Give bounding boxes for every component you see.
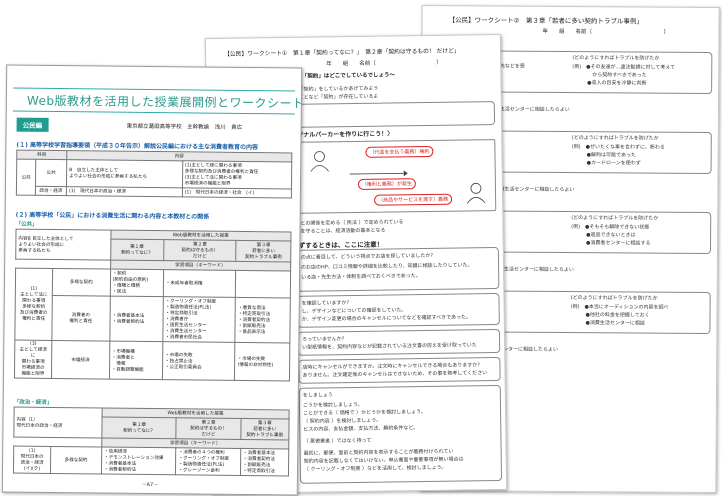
answer-text: ●他社の料金を把握しておく [570, 312, 650, 319]
answer-text: （ 悪徳業者 ）ではなく待って [303, 437, 372, 445]
question-text: (どのようにすればトラブルを防げたか [571, 215, 659, 222]
answer-text: ●消費者センターに相談する [571, 240, 651, 247]
name-line: 年 組 名前（ ） [326, 59, 442, 68]
answer-text: (例) ●そもそも解除できない状態 [571, 224, 650, 231]
table-row: (1) 現代日本の 政治・経済 (イ)(ク) 多様な契約 ・信用経済 ・デモンス… [13, 446, 289, 476]
name-line: 年 組 名前（ ） [542, 28, 670, 36]
answer-text: (例) ●ぜいたくな事を言わずに、断わる [571, 144, 665, 151]
table-row: 消費者の 権利と責任 ・消費者基本法 ・消費者契約法 ・クーリング・オフ制度 ・… [15, 295, 291, 343]
question-text: ろっていませんか? [302, 336, 345, 343]
section-2-heading: (２) 高等学校「公民」における消費生活に関わる内容と本教材との関係 [15, 211, 210, 221]
page-title: Web版教材を活用した授業展開例とワークシート [26, 93, 303, 111]
worksheet-2-header: 【公民】ワークシート② 第３章「若者に多い契約トラブル事例」 [448, 16, 643, 26]
column-header: 第２章 契約は守るもの！ だけど [176, 417, 241, 440]
answer-text: (例) ●その友達が…違法勧誘に対して考えて [572, 64, 676, 71]
intro-line: ことなど「契約」が存在しているよ [298, 93, 379, 101]
civics-badge: 公民編 [16, 117, 49, 132]
answer-text: から契約すべきであった [572, 72, 647, 79]
column-header: 第１章 契約ってなに？ [101, 416, 177, 439]
section-heading: ジナルパーカーを作りに行こう！〉 [297, 130, 394, 139]
table-row: (3) 主として経済に 関わる事項 市場経済の 機能と限界 市場経済 ・市場機構… [14, 340, 290, 381]
lesson-plan-page: Web版教材を活用した授業展開例とワークシート 公民編 東京都立葛田高等学校 主… [1, 64, 303, 496]
column-header: 第１章 契約ってなに？ [110, 239, 164, 261]
answer-text: (例) ●本当にオーディションの内容を調べ [570, 304, 669, 311]
column-header: 第３章 若者に多い 契約トラブル事例 [240, 418, 290, 440]
column-header: 第３章 若者に多い 契約トラブル事例 [236, 240, 291, 262]
question-text: を確認していますか? [301, 300, 350, 307]
question-text: (どのようにすればトラブルを防げたか [572, 55, 660, 62]
shopkeeper-icon [464, 181, 488, 204]
table-row: 政治・経済 (1) 現代日本の政治・経済 (1) 現代日本の経済・社会 (イ) [16, 186, 292, 198]
rights-obligations-label: （権利と義務）が発生 [357, 178, 416, 190]
person-icon [307, 149, 331, 172]
answer-box [296, 101, 496, 128]
question-text: をしましょう [302, 392, 333, 399]
answer-text: し、デザインなどについての確認をしていた。 [301, 307, 407, 315]
author-line: 東京都立葛田高等学校 主幹教諭 浅川 貴広 [126, 123, 243, 131]
column-header: 第２章 契約は守るもの！ だけど [163, 239, 237, 262]
answer-text: ●収入の目安を冷静に判断 [572, 80, 647, 87]
answer-text: ●カードローンを使わず [571, 160, 641, 167]
right-label: （代金を支払う義務）権利 [365, 145, 434, 158]
law-line-2: を守ることは、経済活動の基本となる [300, 227, 386, 235]
sub-header: 〜「契約」はどこでしているでしょう〜 [296, 72, 396, 80]
public-subject-table: 内容B 自立した主体として よりよい社会の形成に 参画する私たち Web版教材を… [14, 229, 292, 382]
answer-text: ●返品できないときは [571, 232, 636, 239]
page-number: －A7－ [141, 481, 159, 489]
subject-label-politics-economy: 「政治・経済」 [13, 399, 53, 406]
table-row: (1) 主として法に 関わる事項 多様な契約 及び消費者の 権利と責任 多様な契… [14, 268, 291, 341]
subject-label-public: 「公共」 [15, 221, 38, 228]
law-line: との関係を定める（ 民法 ）で定められている [300, 219, 404, 227]
worksheet-1-header: 【公民】ワークシート① 第１章「契約ってなに？」 第２章「契約は守るもの！ だけ… [224, 48, 460, 58]
answer-text: ●解約は可能であった [571, 152, 637, 159]
answer-text: ●消費生活センターに相談 [570, 320, 645, 327]
table-row: 公共 公共 B 自立した主体として よりよい社会の形成に参画する私たち (1)主… [16, 159, 292, 196]
question-text: (どのようにすればトラブルを防げたか [571, 135, 659, 142]
question-text: (どのようにすればトラブルを防げたか [570, 295, 658, 302]
question-text: ごうかを検討しましょう。 [302, 401, 363, 409]
politics-economy-table: 内容（1） 現代日本の政治・経済 Web版教材を活用した授業 第１章 契約ってな… [13, 407, 290, 477]
intro-line: 「契約」をしているかあげてみよう [298, 85, 379, 93]
obligation-label: （商品やサービスを渡す）義務 [374, 193, 453, 206]
question-text: （ 契約内容 ）を検討しましょう。 [303, 417, 382, 425]
curriculum-table: 科目 内容 公共 公共 B 自立した主体として よりよい社会の形成に参画する私た… [16, 150, 292, 199]
